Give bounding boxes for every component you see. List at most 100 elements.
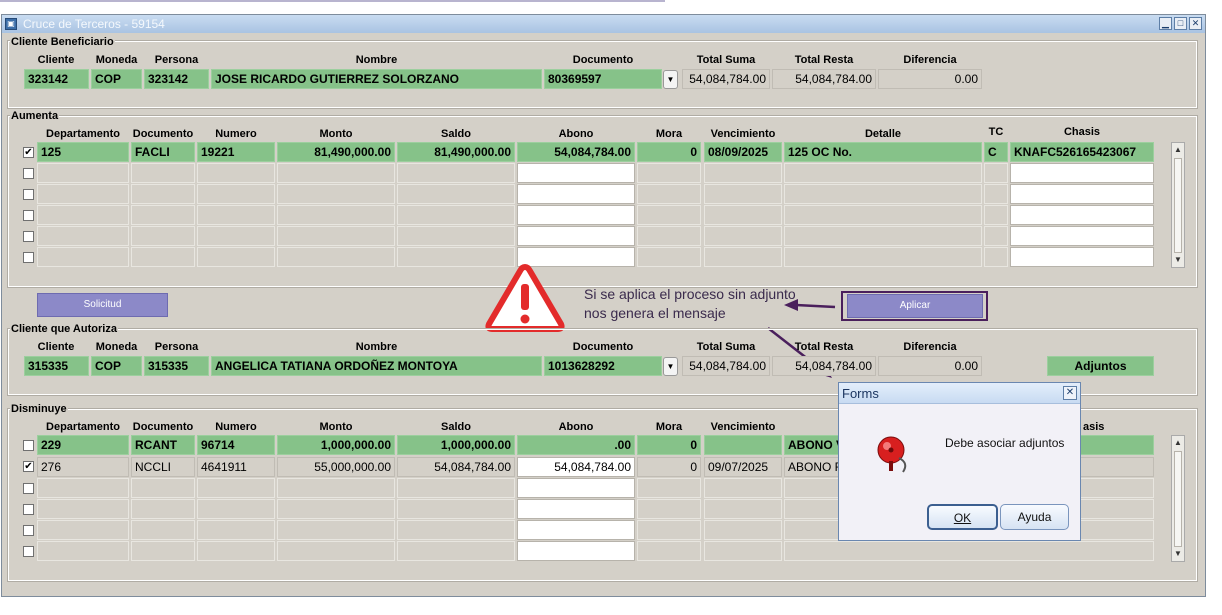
aumenta-row1-monto[interactable]: 81,490,000.00 bbox=[277, 142, 395, 162]
disminuye-empty-cell[interactable] bbox=[277, 520, 395, 540]
aumenta-empty-cell[interactable] bbox=[984, 226, 1008, 246]
disminuye-empty-row4-checkbox[interactable] bbox=[23, 546, 34, 557]
beneficiario-cliente-field[interactable]: 323142 bbox=[24, 69, 89, 89]
disminuye-empty-cell[interactable] bbox=[197, 499, 275, 519]
aumenta-empty-cell[interactable] bbox=[197, 226, 275, 246]
aumenta-empty-cell[interactable] bbox=[1010, 163, 1154, 183]
autoriza-cliente-field[interactable]: 315335 bbox=[24, 356, 89, 376]
aumenta-empty-cell[interactable] bbox=[131, 163, 195, 183]
scroll-thumb[interactable] bbox=[1174, 451, 1182, 547]
aumenta-empty-cell[interactable] bbox=[984, 205, 1008, 225]
aumenta-empty-cell[interactable] bbox=[1010, 205, 1154, 225]
aumenta-empty-cell[interactable] bbox=[197, 184, 275, 204]
disminuye-row1-numero[interactable]: 96714 bbox=[197, 435, 275, 455]
disminuye-empty-row1-checkbox[interactable] bbox=[23, 483, 34, 494]
disminuye-row1-vencimiento[interactable] bbox=[704, 435, 782, 455]
scroll-thumb[interactable] bbox=[1174, 158, 1182, 253]
disminuye-empty-cell[interactable] bbox=[197, 541, 275, 561]
aumenta-empty-cell[interactable] bbox=[37, 184, 129, 204]
disminuye-row1-abono[interactable]: .00 bbox=[517, 435, 635, 455]
dialog-close-icon[interactable]: ✕ bbox=[1063, 386, 1077, 400]
aumenta-empty-cell[interactable] bbox=[397, 205, 515, 225]
aplicar-button[interactable]: Aplicar bbox=[847, 294, 983, 318]
aumenta-empty-row4-checkbox[interactable] bbox=[23, 231, 34, 242]
disminuye-row1-monto[interactable]: 1,000,000.00 bbox=[277, 435, 395, 455]
autoriza-documento-dropdown-icon[interactable]: ▼ bbox=[663, 357, 678, 376]
aumenta-empty-cell[interactable] bbox=[784, 205, 982, 225]
beneficiario-moneda-field[interactable]: COP bbox=[91, 69, 142, 89]
disminuye-empty-cell[interactable] bbox=[131, 478, 195, 498]
solicitud-button[interactable]: Solicitud bbox=[37, 293, 168, 317]
aumenta-empty-cell[interactable] bbox=[784, 247, 982, 267]
disminuye-row2-monto[interactable]: 55,000,000.00 bbox=[277, 457, 395, 477]
beneficiario-persona-field[interactable]: 323142 bbox=[144, 69, 209, 89]
aumenta-empty-row2-checkbox[interactable] bbox=[23, 189, 34, 200]
disminuye-empty-cell[interactable] bbox=[37, 541, 129, 561]
autoriza-persona-field[interactable]: 315335 bbox=[144, 356, 209, 376]
disminuye-row2-vencimiento[interactable]: 09/07/2025 bbox=[704, 457, 782, 477]
close-icon[interactable]: ✕ bbox=[1189, 17, 1202, 30]
autoriza-nombre-field[interactable]: ANGELICA TATIANA ORDOÑEZ MONTOYA bbox=[211, 356, 542, 376]
disminuye-row2-numero[interactable]: 4641911 bbox=[197, 457, 275, 477]
aumenta-row1-checkbox[interactable]: ✔ bbox=[23, 147, 34, 158]
disminuye-empty-cell[interactable] bbox=[704, 541, 782, 561]
disminuye-empty-cell[interactable] bbox=[131, 499, 195, 519]
aumenta-empty-cell[interactable] bbox=[37, 226, 129, 246]
aumenta-empty-cell[interactable] bbox=[984, 163, 1008, 183]
disminuye-row1-documento[interactable]: RCANT bbox=[131, 435, 195, 455]
disminuye-row1-saldo[interactable]: 1,000,000.00 bbox=[397, 435, 515, 455]
disminuye-empty-cell[interactable] bbox=[277, 478, 395, 498]
disminuye-scrollbar[interactable]: ▲ ▼ bbox=[1171, 435, 1185, 562]
disminuye-row2-mora[interactable]: 0 bbox=[637, 457, 701, 477]
aumenta-row1-tc[interactable]: C bbox=[984, 142, 1008, 162]
aumenta-empty-cell[interactable] bbox=[517, 163, 635, 183]
aumenta-row1-documento[interactable]: FACLI bbox=[131, 142, 195, 162]
disminuye-empty-cell[interactable] bbox=[277, 499, 395, 519]
aumenta-empty-cell[interactable] bbox=[397, 163, 515, 183]
disminuye-empty-cell[interactable] bbox=[197, 520, 275, 540]
disminuye-empty-cell[interactable] bbox=[131, 541, 195, 561]
aumenta-empty-cell[interactable] bbox=[197, 163, 275, 183]
disminuye-empty-cell[interactable] bbox=[704, 478, 782, 498]
aumenta-row1-chasis[interactable]: KNAFC526165423067 bbox=[1010, 142, 1154, 162]
autoriza-documento-field[interactable]: 1013628292 bbox=[544, 356, 662, 376]
aumenta-empty-cell[interactable] bbox=[704, 184, 782, 204]
ayuda-button[interactable]: Ayuda bbox=[1000, 504, 1069, 530]
beneficiario-documento-dropdown-icon[interactable]: ▼ bbox=[663, 70, 678, 89]
disminuye-row2-documento[interactable]: NCCLI bbox=[131, 457, 195, 477]
aumenta-empty-cell[interactable] bbox=[277, 226, 395, 246]
aumenta-row1-vencimiento[interactable]: 08/09/2025 bbox=[704, 142, 782, 162]
aumenta-empty-cell[interactable] bbox=[197, 205, 275, 225]
disminuye-empty-cell[interactable] bbox=[517, 541, 635, 561]
aumenta-empty-cell[interactable] bbox=[1010, 184, 1154, 204]
disminuye-row2-departamento[interactable]: 276 bbox=[37, 457, 129, 477]
disminuye-empty-cell[interactable] bbox=[197, 478, 275, 498]
beneficiario-nombre-field[interactable]: JOSE RICARDO GUTIERREZ SOLORZANO bbox=[211, 69, 542, 89]
disminuye-empty-cell[interactable] bbox=[131, 520, 195, 540]
disminuye-empty-cell[interactable] bbox=[637, 478, 701, 498]
disminuye-empty-cell[interactable] bbox=[637, 520, 701, 540]
aumenta-empty-cell[interactable] bbox=[784, 163, 982, 183]
minimize-icon[interactable]: ▁ bbox=[1159, 17, 1172, 30]
disminuye-empty-cell[interactable] bbox=[637, 541, 701, 561]
disminuye-row1-departamento[interactable]: 229 bbox=[37, 435, 129, 455]
aumenta-empty-cell[interactable] bbox=[517, 184, 635, 204]
disminuye-row2-abono[interactable]: 54,084,784.00 bbox=[517, 457, 635, 477]
aumenta-empty-cell[interactable] bbox=[637, 226, 701, 246]
disminuye-empty-cell[interactable] bbox=[37, 499, 129, 519]
autoriza-moneda-field[interactable]: COP bbox=[91, 356, 142, 376]
aumenta-empty-cell[interactable] bbox=[1010, 226, 1154, 246]
aumenta-empty-cell[interactable] bbox=[37, 205, 129, 225]
disminuye-empty-cell[interactable] bbox=[37, 478, 129, 498]
aumenta-empty-cell[interactable] bbox=[397, 226, 515, 246]
aumenta-row1-detalle[interactable]: 125 OC No. bbox=[784, 142, 982, 162]
aumenta-row1-departamento[interactable]: 125 bbox=[37, 142, 129, 162]
aumenta-empty-cell[interactable] bbox=[637, 184, 701, 204]
aumenta-empty-cell[interactable] bbox=[197, 247, 275, 267]
aumenta-empty-cell[interactable] bbox=[1010, 247, 1154, 267]
disminuye-empty-row2-checkbox[interactable] bbox=[23, 504, 34, 515]
disminuye-empty-cell[interactable] bbox=[784, 541, 1154, 561]
aumenta-empty-row1-checkbox[interactable] bbox=[23, 168, 34, 179]
aumenta-empty-cell[interactable] bbox=[517, 205, 635, 225]
aumenta-row1-mora[interactable]: 0 bbox=[637, 142, 701, 162]
